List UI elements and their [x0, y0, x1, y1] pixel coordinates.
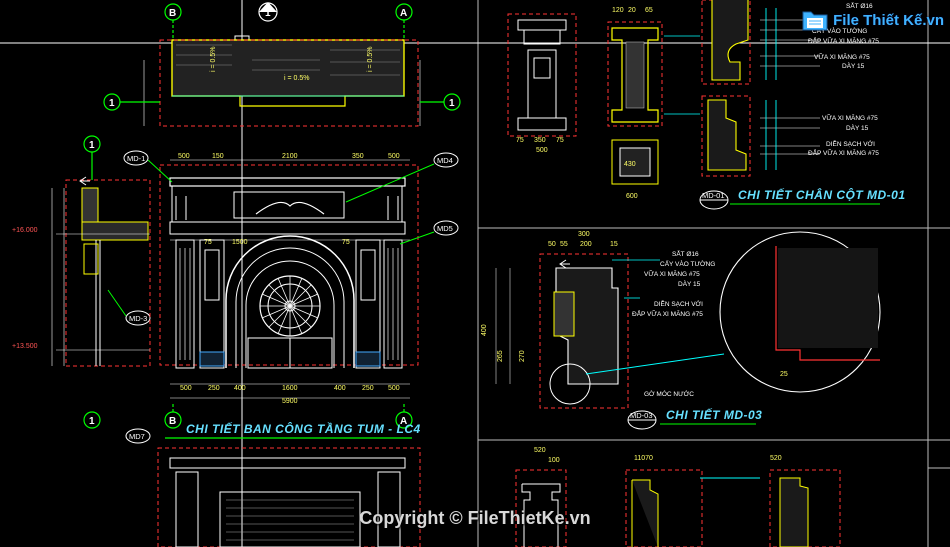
- note-n4: VỮA XI MĂNG #75: [814, 52, 870, 61]
- dim-600: 600: [626, 193, 638, 200]
- balcony-dims: 500 150 2100 350 500 75 1500 75 500 250 …: [178, 153, 400, 405]
- title-md03: CHI TIẾT MD-03: [666, 407, 762, 422]
- note-m6: ĐẮP VỮA XI MĂNG #75: [632, 309, 703, 318]
- dim-65: 65: [645, 7, 653, 14]
- dim-150: 150: [212, 153, 224, 160]
- dim-75a: 75: [204, 239, 212, 246]
- dim-265: 265: [497, 350, 504, 362]
- dim-55: 55: [560, 241, 568, 248]
- dim-250b: 250: [362, 385, 374, 392]
- dim-25: 25: [780, 371, 788, 378]
- dim-5900: 5900: [282, 398, 298, 405]
- note-m5: DIỄN SẠCH VỚI: [654, 299, 703, 308]
- slope-label-1: i = 0.5%: [210, 47, 217, 73]
- dim-100: 100: [548, 457, 560, 464]
- slope-label-2: i = 0.5%: [284, 75, 310, 82]
- folder-icon: [802, 11, 828, 31]
- section-marker-top: 1: [258, 2, 278, 22]
- roof-slab-section: i = 0.5% i = 0.5% i = 0.5%: [143, 39, 421, 127]
- tag-md03: MD-03: [630, 411, 653, 420]
- dim-50: 50: [548, 241, 556, 248]
- grid-label-1-mid: 1: [89, 140, 95, 151]
- dim-270: 270: [519, 350, 526, 362]
- grid-label-1-bottom: 1: [89, 416, 95, 427]
- dim-120: 120: [612, 7, 624, 14]
- copyright-watermark: Copyright © FileThietKe.vn: [359, 508, 591, 528]
- balcony-side-section: [51, 176, 151, 367]
- dim-500c: 500: [180, 385, 192, 392]
- dim-1600: 1600: [282, 385, 298, 392]
- tag-md5: MD5: [437, 224, 453, 233]
- dim-200: 200: [580, 241, 592, 248]
- slope-label-3: i = 0.5%: [367, 47, 374, 73]
- grid-label-1-right: 1: [449, 98, 455, 109]
- grid-label-1-left: 1: [109, 98, 115, 109]
- dim-430: 430: [624, 161, 636, 168]
- note-n6: VỮA XI MĂNG #75: [822, 113, 878, 122]
- logo-text: File Thiết Kế.vn: [833, 11, 944, 29]
- dim-75d: 75: [556, 137, 564, 144]
- note-n7: DÀY 15: [846, 123, 869, 132]
- grid-label-1-top: 1: [265, 8, 271, 19]
- note-n9: ĐẮP VỮA XI MĂNG #75: [808, 148, 879, 157]
- balcony-elevation: [159, 159, 419, 399]
- dim-350: 350: [352, 153, 364, 160]
- level-lower: +13.500: [12, 343, 38, 350]
- dim-400b: 400: [334, 385, 346, 392]
- level-upper: +16.000: [12, 227, 38, 234]
- dim-15: 15: [610, 241, 618, 248]
- grid-label-b-top: B: [169, 8, 176, 19]
- dim-500d: 500: [388, 385, 400, 392]
- bottom-right-dims: 520 100 11070 520: [534, 447, 782, 464]
- note-m4: DÀY 15: [678, 279, 701, 288]
- cad-drawing-canvas: i = 0.5% i = 0.5% i = 0.5% B A 1 1 1 1 5…: [0, 0, 950, 547]
- note-n8: DIỄN SẠCH VỚI: [826, 139, 875, 148]
- dim-520b: 520: [770, 455, 782, 462]
- tag-md01: MD-01: [702, 191, 725, 200]
- site-logo: File Thiết Kế.vn: [801, 6, 944, 34]
- dim-2100: 2100: [282, 153, 298, 160]
- note-m1: SẮT Ø16: [672, 249, 699, 258]
- tag-md7: MD7: [129, 432, 145, 441]
- dim-75c: 75: [516, 137, 524, 144]
- dim-500e: 500: [536, 147, 548, 154]
- dim-11070: 11070: [634, 455, 653, 462]
- grid-label-a-top: A: [400, 8, 407, 19]
- note-n5: DÀY 15: [842, 61, 865, 70]
- note-m7: GỜ MÓC NƯỚC: [644, 389, 694, 398]
- md03-detail: [495, 231, 881, 409]
- title-column-base: CHI TIẾT CHÂN CỘT MD-01: [738, 187, 906, 202]
- lower-elevation: [125, 428, 421, 547]
- note-n3: ĐẮP VỮA XI MĂNG #75: [808, 36, 879, 45]
- dim-500: 500: [178, 153, 190, 160]
- md03-notes: SẮT Ø16 CẤY VÀO TƯỜNG VỮA XI MĂNG #75 DÀ…: [632, 249, 715, 398]
- tag-md4: MD4: [437, 156, 453, 165]
- tag-md1: MD-1: [127, 154, 145, 163]
- title-balcony-detail: CHI TIẾT BAN CÔNG TẦNG TUM - LC4: [186, 421, 421, 436]
- dim-520: 520: [534, 447, 546, 454]
- md03-dims: 300 50 55 200 15 400 265 270 25: [481, 231, 788, 378]
- dim-400v: 400: [481, 324, 488, 336]
- dim-300: 300: [578, 231, 590, 238]
- dim-400: 400: [234, 385, 246, 392]
- dim-500b: 500: [388, 153, 400, 160]
- note-m3: VỮA XI MĂNG #75: [644, 269, 700, 278]
- column-base-detail: [507, 0, 820, 185]
- grid-label-b-bottom: B: [169, 416, 176, 427]
- sheet-frame: [477, 0, 950, 547]
- tag-md3-left: MD-3: [129, 314, 147, 323]
- note-m2: CẤY VÀO TƯỜNG: [660, 258, 715, 268]
- dim-1500: 1500: [232, 239, 248, 246]
- dim-350b: 350: [534, 137, 546, 144]
- dim-20: 20: [628, 7, 636, 14]
- dim-250: 250: [208, 385, 220, 392]
- dim-75b: 75: [342, 239, 350, 246]
